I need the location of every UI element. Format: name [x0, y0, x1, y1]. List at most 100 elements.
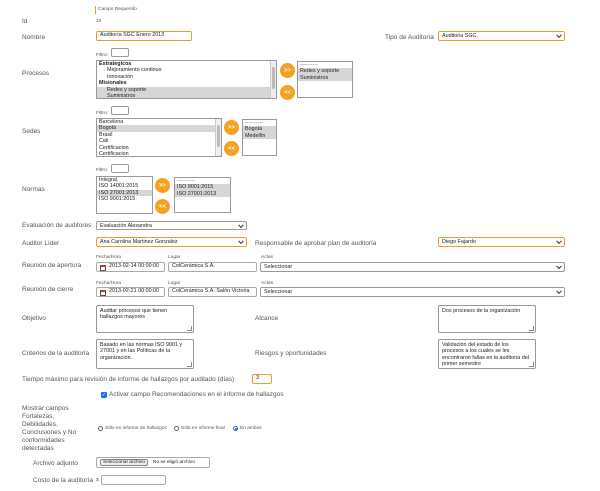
- calendar-icon[interactable]: [100, 265, 106, 271]
- alcance-label: Alcance: [255, 315, 279, 322]
- normas-add-button[interactable]: >>: [155, 178, 170, 193]
- normas-remove-button[interactable]: <<: [155, 199, 170, 214]
- tipo-select[interactable]: Auditoria SGC.: [438, 31, 565, 41]
- archivo-field[interactable]: Seleccionar archivo No se eligió archivo: [96, 457, 210, 468]
- cierre-actas-value: Seleccionar: [264, 289, 293, 295]
- tiempo-input[interactable]: 3: [252, 374, 272, 384]
- lider-select-value: Ana Carolina Martinez Gonzalez: [100, 239, 178, 245]
- normas-selected-list[interactable]: ---------- ISO 9001:2015 ISO 27001:2013: [174, 177, 231, 213]
- cierre-label: Reunión de cierre: [22, 286, 74, 293]
- riesgos-textarea[interactable]: Validación del estado de los procesos a …: [438, 339, 536, 369]
- sedes-selected-list[interactable]: ---------- Bogotá Medellín: [242, 119, 277, 156]
- list-option[interactable]: ISO 9001:2015: [97, 196, 152, 202]
- list-option[interactable]: Suministros: [97, 93, 276, 98]
- list-option[interactable]: Medellín: [243, 132, 276, 140]
- archivo-button[interactable]: Seleccionar archivo: [100, 459, 148, 466]
- criterios-value: Basado en las normas ISO 9001 y 27001 y …: [100, 342, 183, 361]
- apertura-fecha-input[interactable]: 2013-02-14 00:00:00: [96, 262, 165, 272]
- procesos-available-list[interactable]: Estrategicos Mejoramiento continuo Innovac…: [96, 60, 277, 99]
- apertura-actas-select[interactable]: Seleccionar: [260, 262, 565, 272]
- responsable-select-value: Diego Fajardo: [442, 239, 476, 245]
- mostrar-option-hallazgos[interactable]: Sólo en informe de hallazgos: [105, 426, 167, 431]
- apertura-label: Reunión de apertura: [22, 262, 82, 269]
- mostrar-label-line: Debilidades,: [22, 421, 58, 428]
- tipo-label: Tipo de Auditoría: [385, 34, 434, 41]
- calendar-icon[interactable]: [100, 290, 106, 296]
- mostrar-radio-final[interactable]: [174, 426, 179, 431]
- mostrar-label-line: Mostrar campos: [22, 405, 69, 412]
- mostrar-label-line: Fortalezas,: [22, 413, 55, 420]
- nombre-label: Nombre: [22, 34, 46, 41]
- archivo-status: No se eligió archivo: [153, 460, 195, 465]
- mostrar-option-ambos[interactable]: En ambos: [240, 426, 262, 431]
- cierre-actas-select[interactable]: Seleccionar: [260, 287, 565, 297]
- normas-available-list[interactable]: Integral. ISO 14001:2015 ISO 27001:2013 ISO…: [96, 176, 153, 214]
- riesgos-label: Riesgos y oportunidades: [255, 350, 327, 357]
- list-option[interactable]: ISO 27001:2013: [175, 190, 230, 198]
- mostrar-label: Mostrar campos Fortalezas, Debilidades, …: [22, 405, 94, 453]
- resize-grip-icon[interactable]: [187, 362, 192, 367]
- apertura-actas-caption: Actas: [261, 255, 273, 260]
- mostrar-option-final[interactable]: Sólo en informe final: [181, 426, 225, 431]
- objetivo-value: Auditar procesos que tienen hallazgos ma…: [100, 308, 168, 321]
- responsable-label: Responsable de aprobar plan de auditoría: [255, 240, 377, 247]
- cierre-fecha-input[interactable]: 2013-02-21 00:00:00: [96, 287, 165, 297]
- id-value: 23: [96, 19, 102, 24]
- chevron-down-icon: [556, 238, 562, 245]
- apertura-lugar-input[interactable]: ColCerámica S.A.: [168, 262, 257, 272]
- costo-currency: $: [96, 478, 99, 483]
- cierre-lugar-input[interactable]: ColCerámica S.A. Salón Victoria: [168, 287, 257, 297]
- resize-grip-icon[interactable]: [529, 362, 534, 367]
- cierre-fecha-value: 2013-02-21 00:00:00: [109, 288, 160, 295]
- mostrar-label-line: detectadas: [22, 445, 54, 452]
- sedes-add-button[interactable]: >>: [224, 120, 239, 135]
- procesos-selected-list[interactable]: ---------- Redes y soporte Suministros: [297, 61, 353, 98]
- list-option[interactable]: Certificacion: [97, 151, 221, 156]
- costo-input[interactable]: [101, 475, 166, 485]
- criterios-label: Criterios de la auditoría: [22, 350, 90, 357]
- recomendaciones-checkbox[interactable]: ✓: [101, 392, 107, 398]
- chevron-down-icon: [238, 222, 244, 228]
- alcance-value: Dos procesos de la organización: [442, 308, 521, 314]
- sedes-filter-input[interactable]: [111, 106, 129, 115]
- apertura-fecha-value: 2013-02-14 00:00:00: [109, 263, 160, 270]
- chevron-down-icon: [556, 288, 562, 295]
- mostrar-label-line: conformidades: [22, 437, 65, 444]
- evaluacion-label: Evaluación de auditores: [22, 222, 92, 229]
- chevron-down-icon: [556, 32, 562, 39]
- procesos-add-button[interactable]: >>: [280, 63, 295, 78]
- cierre-fecha-caption: Fecha/Hora: [96, 281, 122, 286]
- mostrar-radio-hallazgos[interactable]: [98, 426, 103, 431]
- costo-label: Costo de la auditoría: [33, 477, 93, 484]
- archivo-label: Archivo adjunto: [33, 460, 78, 467]
- list-option[interactable]: Suministros: [298, 74, 352, 82]
- evaluacion-select[interactable]: Evaluación Alexandra: [96, 221, 247, 230]
- tipo-select-value: Auditoria SGC.: [442, 33, 478, 39]
- procesos-filter-input[interactable]: [111, 48, 129, 57]
- nombre-input[interactable]: Auditoría SGC Enero 2013: [96, 31, 192, 41]
- resize-grip-icon[interactable]: [187, 326, 192, 331]
- cierre-actas-caption: Actas: [261, 281, 273, 286]
- normas-filter-label: Filtro:: [96, 168, 108, 173]
- sedes-available-list[interactable]: Barcelona Bogotá Brasil Cali Certificacion Ce…: [96, 118, 222, 157]
- sedes-filter-label: Filtro:: [96, 111, 108, 116]
- alcance-textarea[interactable]: Dos procesos de la organización: [438, 305, 536, 333]
- lider-select[interactable]: Ana Carolina Martinez Gonzalez: [96, 237, 247, 247]
- objetivo-label: Objetivo: [22, 315, 46, 322]
- required-legend-text: Campo Requerido: [98, 7, 137, 12]
- scrollbar[interactable]: [215, 119, 221, 156]
- id-label: Id: [22, 18, 28, 25]
- normas-label: Normas: [22, 186, 45, 193]
- resize-grip-icon[interactable]: [529, 326, 534, 331]
- procesos-filter-label: Filtro:: [96, 53, 108, 58]
- normas-filter-input[interactable]: [111, 164, 129, 173]
- cierre-lugar-caption: Lugar: [168, 281, 181, 286]
- procesos-remove-button[interactable]: <<: [280, 85, 295, 100]
- mostrar-radio-ambos[interactable]: [233, 426, 238, 431]
- scrollbar[interactable]: [270, 61, 276, 98]
- objetivo-textarea[interactable]: Auditar procesos que tienen hallazgos ma…: [96, 305, 194, 333]
- responsable-select[interactable]: Diego Fajardo: [438, 237, 565, 247]
- sedes-remove-button[interactable]: <<: [224, 141, 239, 156]
- apertura-fecha-caption: Fecha/Hora: [96, 255, 122, 260]
- criterios-textarea[interactable]: Basado en las normas ISO 9001 y 27001 y …: [96, 339, 194, 369]
